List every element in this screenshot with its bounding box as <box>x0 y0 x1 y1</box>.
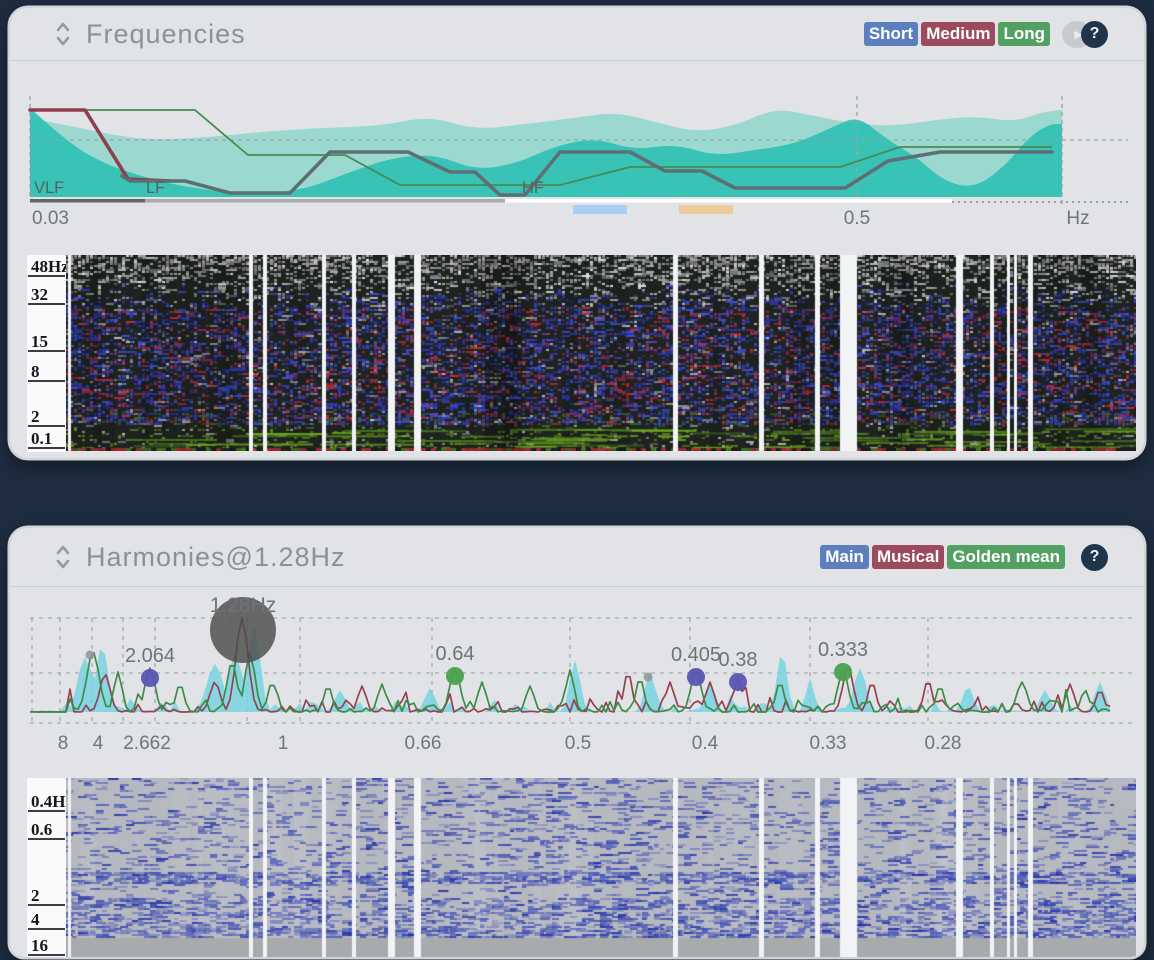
harmonies-panel: Harmonies@1.28Hz MainMusicalGolden mean … <box>10 528 1144 957</box>
x-tick-2.662: 2.662 <box>123 733 171 754</box>
band-label-VLF: VLF <box>34 179 64 197</box>
x-tick-0.66: 0.66 <box>405 733 442 754</box>
legend-chip-medium[interactable]: Medium <box>921 22 995 46</box>
x-tick-4: 4 <box>93 733 104 754</box>
harmonies-header: Harmonies@1.28Hz MainMusicalGolden mean … <box>10 528 1144 587</box>
x-tick-0.03: 0.03 <box>32 208 69 229</box>
harmonies-scale: 0.4Hz 0.6 2 4 16 <box>27 778 66 957</box>
axis-segment <box>145 199 505 203</box>
x-tick-0.4: 0.4 <box>692 733 719 754</box>
scale-label-48Hz: 48Hz <box>28 256 65 277</box>
peak-label-0.333: 0.333 <box>818 639 868 661</box>
axis-segment <box>505 199 952 203</box>
scale-label-4: 4 <box>28 909 65 930</box>
scale-label-32: 32 <box>28 284 65 305</box>
band-label-HF: HF <box>522 179 544 197</box>
help-button[interactable]: ? <box>1081 21 1108 48</box>
x-tick-0.28: 0.28 <box>925 733 962 754</box>
collapse-toggle-icon[interactable] <box>54 20 72 48</box>
peak-marker-0.333[interactable] <box>834 663 852 681</box>
page-title-frequencies: Frequencies <box>86 19 246 50</box>
page-title-harmonies: Harmonies@1.28Hz <box>86 542 346 573</box>
highlight-band <box>679 205 733 214</box>
peak-label-0.405: 0.405 <box>671 644 721 666</box>
band-label-LF: LF <box>146 179 165 197</box>
axis-segment <box>30 199 145 203</box>
highlight-band <box>573 205 627 214</box>
legend-chip-musical[interactable]: Musical <box>872 545 944 569</box>
x-tick-Hz: Hz <box>1066 208 1089 229</box>
scale-label-15: 15 <box>28 331 65 352</box>
frequencies-legend: ShortMediumLong <box>864 22 1050 46</box>
harmonies-legend: MainMusicalGolden mean <box>820 545 1065 569</box>
scale-label-0.1: 0.1 <box>28 428 65 449</box>
harmonies-chart[interactable]: 2.064 1.28Hz 0.64 0.4050.38 0.333 8 4 2.662 1 0.6… <box>10 595 1144 757</box>
x-tick-1: 1 <box>278 733 289 754</box>
scale-label-0.6: 0.6 <box>28 819 65 840</box>
legend-chip-long[interactable]: Long <box>998 22 1050 46</box>
collapse-toggle-icon[interactable] <box>54 543 72 571</box>
frequencies-header: Frequencies ShortMediumLong ▶ ? <box>10 8 1144 61</box>
frequencies-panel: Frequencies ShortMediumLong ▶ ? VLF LF HF 0… <box>10 8 1144 458</box>
x-tick-0.5: 0.5 <box>565 733 591 754</box>
peak-marker-0.38[interactable] <box>729 673 747 691</box>
scale-label-8: 8 <box>28 361 65 382</box>
frequency-spectrogram-canvas[interactable] <box>66 255 1136 451</box>
peak-marker-0.405[interactable] <box>687 668 705 686</box>
frequency-bands-chart[interactable]: VLF LF HF 0.03 0.5 Hz <box>10 88 1144 238</box>
peak-label-1.28Hz: 1.28Hz <box>210 595 277 617</box>
x-tick-8: 8 <box>58 733 69 754</box>
peak-label-0.38: 0.38 <box>719 649 758 671</box>
legend-chip-main[interactable]: Main <box>820 545 869 569</box>
x-tick-0.33: 0.33 <box>810 733 847 754</box>
peak-marker-2.064[interactable] <box>141 669 159 687</box>
scale-label-0.4Hz: 0.4Hz <box>28 791 65 812</box>
frequency-scale: 48Hz 32 15 8 20.1 <box>27 255 66 452</box>
scale-label-2: 2 <box>28 885 65 906</box>
minor-peak-dot <box>86 651 95 660</box>
legend-chip-short[interactable]: Short <box>864 22 918 46</box>
minor-peak-dot <box>644 673 653 682</box>
help-button[interactable]: ? <box>1081 544 1108 571</box>
frequency-spectrogram: 48Hz 32 15 8 20.1 <box>10 255 1144 452</box>
peak-label-2.064: 2.064 <box>125 645 175 667</box>
harmonies-spectrogram-canvas[interactable] <box>66 778 1136 957</box>
scale-label-2: 2 <box>28 406 65 427</box>
harmonies-spectrogram: 0.4Hz 0.6 2 4 16 <box>10 778 1144 957</box>
peak-label-0.64: 0.64 <box>436 643 475 665</box>
x-tick-0.5: 0.5 <box>844 208 870 229</box>
scale-label-16: 16 <box>28 935 65 956</box>
peak-marker-0.64[interactable] <box>446 667 464 685</box>
legend-chip-golden-mean[interactable]: Golden mean <box>947 545 1065 569</box>
